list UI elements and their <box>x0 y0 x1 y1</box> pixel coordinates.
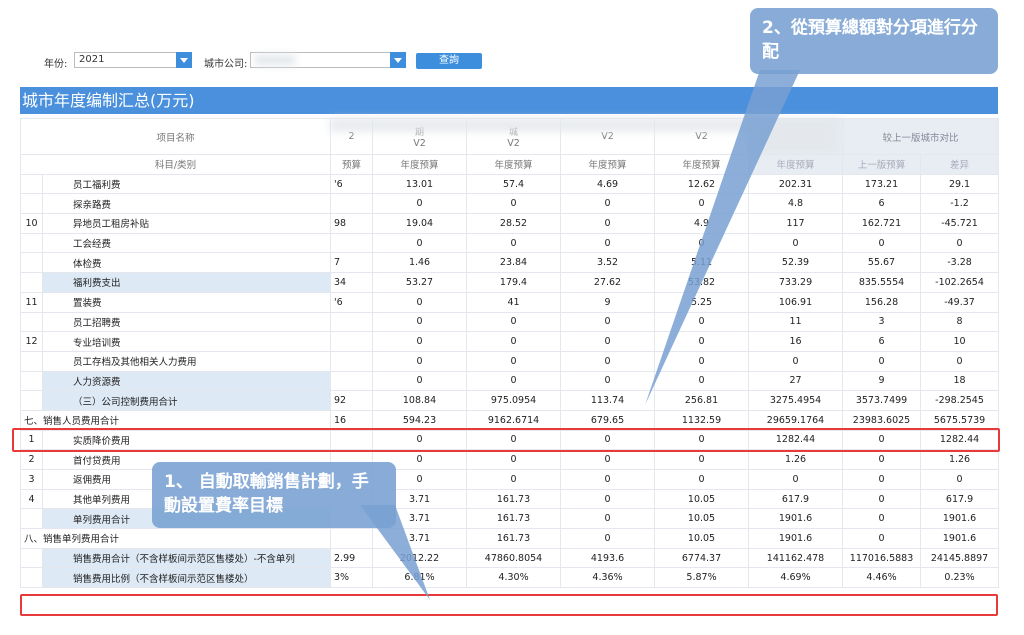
callout-auto-sales-plan: 1、 自動取輸銷售計劃，手動設置費率目標 <box>152 462 396 528</box>
callout-budget-allocation: 2、從預算總額對分項進行分配 <box>750 8 998 74</box>
callout-pointers <box>360 70 800 600</box>
pointer-top-right <box>645 70 800 405</box>
